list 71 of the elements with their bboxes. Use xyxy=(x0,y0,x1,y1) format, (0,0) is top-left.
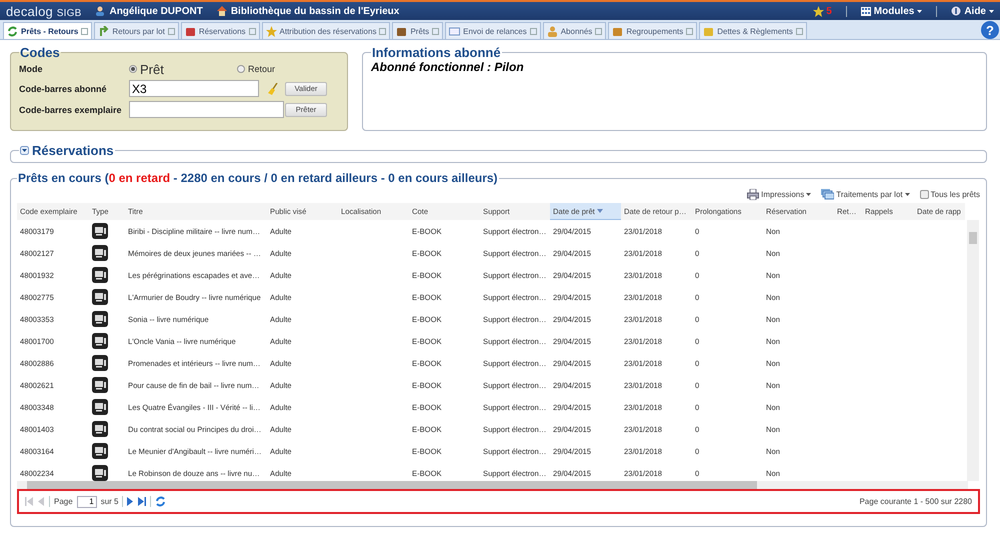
close-tab-icon[interactable] xyxy=(686,28,694,34)
user-name: Angélique DUPONT xyxy=(109,6,203,16)
field-label: Code-barres abonné xyxy=(19,84,108,94)
help-button[interactable]: ? xyxy=(981,21,999,39)
scrollbar[interactable] xyxy=(967,220,979,481)
field-label: Code-barres exemplaire xyxy=(19,104,123,114)
radio-option[interactable]: Retour xyxy=(237,64,337,74)
ebook-icon xyxy=(92,223,108,239)
ebook-icon xyxy=(92,311,108,327)
printer-icon xyxy=(747,188,760,200)
star-icon[interactable] xyxy=(813,6,824,16)
caret-icon xyxy=(806,192,812,196)
close-tab-icon[interactable] xyxy=(595,28,602,34)
broom-icon[interactable] xyxy=(267,82,279,94)
ebook-icon xyxy=(92,399,108,415)
return-arrow-icon xyxy=(98,26,110,36)
close-tab-icon[interactable] xyxy=(530,28,537,34)
input-field[interactable] xyxy=(129,101,284,118)
info-icon xyxy=(951,6,962,16)
person-icon xyxy=(546,26,558,36)
page-label: Page xyxy=(54,497,73,506)
next-page-icon[interactable] xyxy=(127,497,134,506)
toolbar-menu[interactable]: Traitements par lot xyxy=(836,190,903,198)
ebook-icon xyxy=(92,377,108,393)
person-icon xyxy=(95,6,106,16)
caret-icon xyxy=(917,10,922,12)
field-label: Mode xyxy=(19,64,44,74)
sort-icon xyxy=(596,209,603,213)
toolbar-menu[interactable]: Impressions xyxy=(761,190,804,198)
refresh-icon xyxy=(7,26,18,36)
checkbox[interactable] xyxy=(920,190,929,198)
close-tab-icon[interactable] xyxy=(796,28,803,34)
grid-icon xyxy=(860,6,871,16)
last-page-icon[interactable] xyxy=(138,497,146,506)
close-tab-icon[interactable] xyxy=(379,28,386,34)
stack-icon xyxy=(821,188,834,200)
close-tab-icon[interactable] xyxy=(248,28,256,34)
close-tab-icon[interactable] xyxy=(168,28,175,34)
radio-option[interactable]: Prêt xyxy=(129,62,237,76)
menu-button[interactable]: Aide xyxy=(964,6,994,16)
ebook-icon xyxy=(92,355,108,371)
house-icon xyxy=(216,6,227,16)
ebook-icon xyxy=(92,465,108,481)
page-input[interactable]: 1 xyxy=(76,496,97,508)
ebook-icon xyxy=(92,245,108,261)
ebook-icon xyxy=(92,421,108,437)
page-summary: Page courante 1 - 500 sur 2280 xyxy=(859,497,972,506)
panel-title: Prêts en cours (0 en retard - 2280 en cours / 0 en retard ailleurs - 0 en cours ailleurs) xyxy=(18,171,498,185)
star-icon xyxy=(266,26,277,36)
panel-title: Informations abonné xyxy=(372,45,501,60)
caret-icon xyxy=(904,192,910,196)
ebook-icon xyxy=(92,333,108,349)
library-name: Bibliothèque du bassin de l'Eyrieux xyxy=(230,6,400,16)
notification-count: 5 xyxy=(826,6,832,16)
ebook-icon xyxy=(92,289,108,305)
ebook-icon xyxy=(92,443,108,459)
close-tab-icon[interactable] xyxy=(81,28,88,34)
panel-title: Réservations xyxy=(32,143,114,158)
app-logo: decalog SIGB xyxy=(6,4,82,18)
panel-title: Codes xyxy=(20,45,60,60)
ebook-icon xyxy=(92,267,108,283)
refresh-icon[interactable] xyxy=(155,496,166,507)
checkbox-label: Tous les prêts xyxy=(930,190,980,198)
menu-button[interactable]: Modules xyxy=(874,6,922,16)
scrollbar[interactable] xyxy=(17,481,968,489)
caret-icon xyxy=(989,10,994,12)
page-total: sur 5 xyxy=(100,497,118,506)
close-tab-icon[interactable] xyxy=(432,28,440,34)
expand-icon[interactable] xyxy=(20,146,29,155)
patron-status: Abonné fonctionnel : Pilon xyxy=(371,60,525,74)
input-field[interactable]: X3 xyxy=(129,80,259,97)
